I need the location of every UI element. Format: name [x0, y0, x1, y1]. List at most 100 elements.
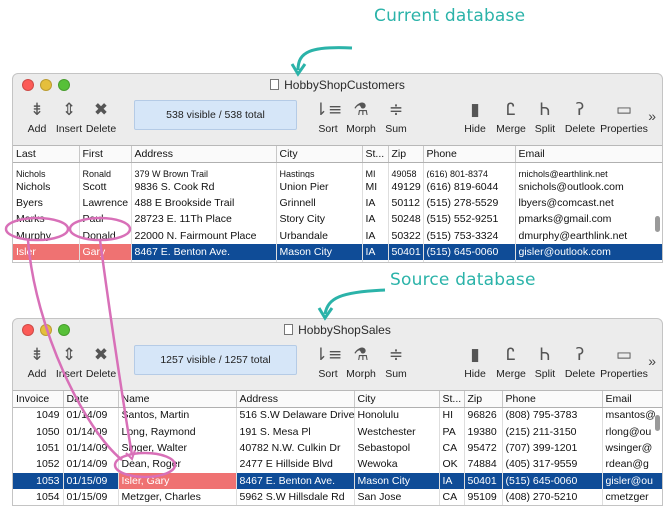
sum-icon: ≑	[388, 100, 404, 120]
table-cell: 50322	[388, 227, 424, 244]
table-row[interactable]: Nichols Scott 9836 S. Cook Rd Union Pier MI 4…	[13, 178, 662, 195]
window-title-text: HobbyShopCustomers	[284, 78, 405, 92]
table-cell: 01/14/09	[63, 439, 119, 457]
table-cell: 01/14/09	[63, 407, 119, 424]
table-row[interactable]: 1051 01/14/09 Singer, Walter 40782 N.W. Cul…	[13, 439, 662, 457]
table-row[interactable]: Murphy Donald 22000 N. Fairmount Place Urba…	[13, 227, 662, 244]
merge-label: Merge	[496, 368, 526, 380]
column-header-last[interactable]: Last	[13, 146, 80, 163]
table-cell: Singer, Walter	[118, 439, 237, 457]
table-cell: 01/15/09	[63, 488, 119, 505]
column-header-email[interactable]: Email	[602, 391, 662, 408]
table-cell: IA	[362, 243, 389, 261]
sum-icon: ≑	[388, 345, 404, 365]
split-icon: Ꮒ	[539, 345, 551, 365]
table-row[interactable]: Byers Lawrence 488 E Brookside Trail Grinne…	[13, 194, 662, 212]
table-cell: msantos@	[602, 407, 662, 424]
properties-button[interactable]: ▭ Properties	[596, 98, 652, 135]
table-cell: 96826	[464, 407, 503, 424]
table-cell: MI	[362, 178, 389, 195]
table-cell: 01/14/09	[63, 423, 119, 440]
delete-record-button[interactable]: ✖ Delete	[79, 98, 123, 135]
table-cell: snichols@outlook.com	[515, 178, 662, 195]
table-cell: pmarks@gmail.com	[515, 211, 662, 228]
table-cell: PA	[439, 423, 465, 440]
column-header-city[interactable]: City	[354, 391, 440, 408]
table-cell: Metzger, Charles	[118, 488, 237, 505]
table-cell: Santos, Martin	[118, 407, 237, 424]
table-row-partial: Nichols Ronald 379 W Brown Trail Hastings MI…	[13, 162, 662, 179]
table-cell: 1050	[13, 423, 64, 440]
flask-icon: ⚗	[353, 345, 369, 365]
table-cell: 49129	[388, 178, 424, 195]
table-cell: CA	[439, 439, 465, 457]
table-cell: Edwin	[79, 260, 132, 262]
vertical-scrollbar[interactable]	[655, 415, 660, 431]
sum-button[interactable]: ≑ Sum	[374, 98, 418, 135]
table-cell: Grinnell	[276, 194, 363, 212]
toolbar-overflow-button[interactable]: »	[648, 108, 656, 124]
table-row[interactable]: HulenEdwin596 W. American TerStorm LakeI…	[13, 260, 662, 262]
table-cell: Story City	[276, 211, 363, 228]
delete-record-button[interactable]: ✖ Delete	[79, 343, 123, 380]
add-label: Add	[27, 123, 47, 135]
properties-label: Properties	[600, 368, 648, 380]
table-row[interactable]: 1050 01/14/09 Long, Raymond 191 S. Mesa Pl W…	[13, 423, 662, 440]
column-header-phone[interactable]: Phone	[502, 391, 603, 408]
table-row[interactable]: 1053 01/15/09 Isler, Gary 8467 E. Benton Av…	[13, 472, 662, 489]
column-header-date[interactable]: Date	[63, 391, 119, 408]
sum-button[interactable]: ≑ Sum	[374, 343, 418, 380]
table-row[interactable]: 1052 01/14/09 Dean, Roger 2477 E Hillside B…	[13, 456, 662, 473]
table-cell: 50588	[388, 260, 424, 262]
table-cell: Donald	[79, 227, 132, 244]
toolbar-overflow-button[interactable]: »	[648, 353, 656, 369]
split-icon: Ꮒ	[539, 100, 551, 120]
add-record-icon: ⇟	[29, 100, 45, 120]
record-count: 538 visible / 538 total	[134, 100, 297, 130]
table-cell: 191 S. Mesa Pl	[236, 423, 355, 440]
properties-button[interactable]: ▭ Properties	[596, 343, 652, 380]
table-row[interactable]: 1054 01/15/09 Metzger, Charles 5962 S.W Hil…	[13, 488, 662, 505]
table-cell: Gary	[79, 243, 132, 261]
hide-label: Hide	[464, 123, 486, 135]
table-cell: IA	[439, 472, 465, 489]
table-cell: 379 W Brown Trail	[131, 162, 277, 179]
merge-icon: Ꮭ	[506, 345, 516, 365]
column-header-zip[interactable]: Zip	[464, 391, 503, 408]
table-row[interactable]: Isler Gary 8467 E. Benton Ave. Mason City IA…	[13, 243, 662, 261]
delete-label: Delete	[85, 368, 117, 380]
column-header-address[interactable]: Address	[131, 146, 277, 163]
column-header-st[interactable]: St...	[362, 146, 389, 163]
column-header-city[interactable]: City	[276, 146, 363, 163]
morph-label: Morph	[346, 123, 376, 135]
table-cell: 1053	[13, 472, 64, 489]
vertical-scrollbar[interactable]	[655, 216, 660, 232]
table-cell: 50112	[388, 194, 424, 212]
table-cell: San Jose	[354, 488, 440, 505]
table-cell: 49058	[388, 162, 424, 179]
table-row[interactable]: 1049 01/14/09 Santos, Martin 516 S.W Delawa…	[13, 407, 662, 424]
table-cell: (616) 819-6044	[423, 178, 516, 195]
delete-x-icon: ✖	[93, 100, 109, 120]
column-header-invoice[interactable]: Invoice	[13, 391, 64, 408]
table-row[interactable]: Marks Paul 28723 E. 11Th Place Story City IA…	[13, 211, 662, 228]
column-header-name[interactable]: Name	[118, 391, 237, 408]
table-cell: Isler	[13, 243, 80, 261]
column-header-first[interactable]: First	[79, 146, 132, 163]
table-cell: rdean@g	[602, 456, 662, 473]
window-title-text: HobbyShopSales	[298, 323, 391, 337]
document-icon	[284, 324, 294, 335]
sales-window: HobbyShopSales ⇟ Add ⇕ Insert ✖ Delete 1257…	[12, 318, 663, 506]
column-header-phone[interactable]: Phone	[423, 146, 516, 163]
column-header-st[interactable]: St...	[439, 391, 465, 408]
window-title: HobbyShopCustomers	[13, 78, 662, 92]
table-cell: 19380	[464, 423, 503, 440]
insert-record-icon: ⇕	[61, 100, 77, 120]
sort-label: Sort	[318, 123, 338, 135]
column-header-address[interactable]: Address	[236, 391, 355, 408]
current-database-annotation: Current database	[374, 6, 526, 26]
column-header-zip[interactable]: Zip	[388, 146, 424, 163]
table-cell: Hastings	[276, 162, 363, 179]
column-header-email[interactable]: Email	[515, 146, 662, 163]
table-cell: Wewoka	[354, 456, 440, 473]
